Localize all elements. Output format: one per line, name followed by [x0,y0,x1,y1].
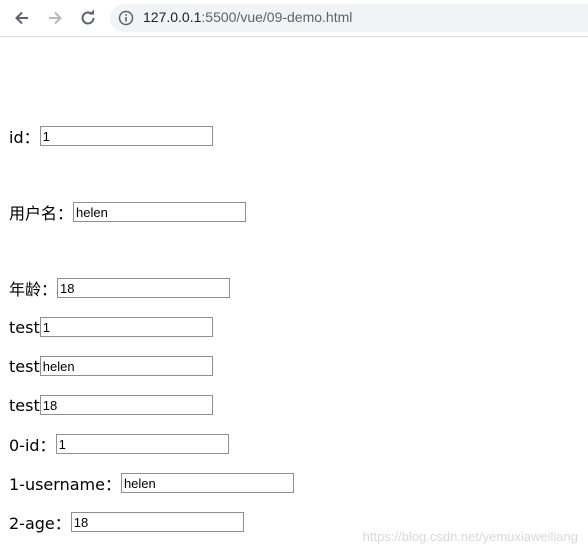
test-input[interactable] [39,356,213,376]
test-row: test [9,394,213,416]
test-input[interactable] [39,317,213,337]
reload-icon [81,9,95,25]
indexed-id-input[interactable] [55,434,229,454]
indexed-age-input[interactable] [70,512,244,532]
id-input[interactable] [39,126,213,146]
reload-button[interactable] [76,6,100,30]
id-label: id： [9,128,40,147]
age-row: 年龄： [9,277,231,299]
id-row: id： [9,125,213,147]
test-label: test [9,395,40,415]
indexed-username-label: 1-username： [9,475,121,494]
test-row: test [9,316,213,338]
indexed-age-label: 2-age： [9,514,71,533]
age-label: 年龄： [9,280,58,299]
test-input[interactable] [39,395,213,415]
indexed-username-input[interactable] [120,473,294,493]
age-input[interactable] [57,278,231,298]
username-row: 用户名： [9,201,247,223]
back-button[interactable] [10,6,34,30]
indexed-username-row: 1-username： [9,472,294,494]
info-icon[interactable] [118,10,134,26]
username-input[interactable] [73,202,247,222]
indexed-age-row: 2-age： [9,511,244,533]
forward-arrow-icon [49,11,62,25]
test-label: test [9,356,40,376]
url-host: 127.0.0.1 [143,9,202,25]
watermark-text: https://blog.csdn.net/yemuxiaweiliang [362,529,578,544]
url-path: :5500/vue/09-demo.html [201,9,353,25]
back-arrow-icon [15,11,28,25]
address-bar[interactable]: 127.0.0.1:5500/vue/09-demo.html [110,4,588,32]
indexed-id-row: 0-id： [9,433,229,455]
browser-toolbar: 127.0.0.1:5500/vue/09-demo.html [0,0,588,37]
forward-button[interactable] [43,6,67,30]
indexed-id-label: 0-id： [9,436,56,455]
test-row: test [9,355,213,377]
url-text[interactable]: 127.0.0.1:5500/vue/09-demo.html [143,9,352,25]
test-label: test [9,317,40,337]
username-label: 用户名： [9,204,74,223]
